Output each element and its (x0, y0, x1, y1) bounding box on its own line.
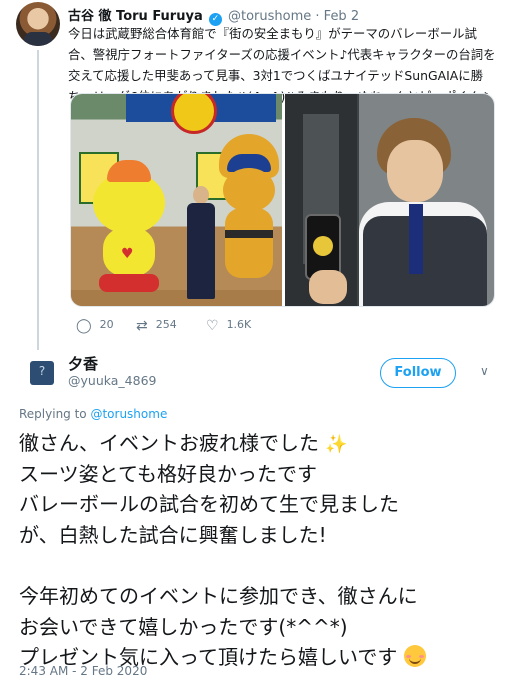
retweet-action[interactable]: ⇄ 254 (136, 318, 177, 334)
reply-line: が、白熱した試合に興奮しました! (19, 522, 327, 547)
reply-action[interactable]: ◯ 20 (76, 318, 114, 334)
thread-line (37, 50, 39, 350)
author-name[interactable]: 古谷 徹 Toru Furuya (68, 9, 203, 24)
replying-to: Replying to @torushome (19, 407, 167, 421)
replying-prefix: Replying to (19, 407, 91, 421)
tweet-media[interactable]: ♥ (70, 93, 495, 307)
replying-to-link[interactable]: @torushome (90, 407, 167, 421)
reply-count: 20 (99, 318, 114, 331)
like-count: 1.6K (226, 318, 252, 331)
reply-author-handle[interactable]: @yuuka_4869 (68, 373, 156, 388)
chevron-down-icon[interactable]: ∨ (480, 364, 489, 378)
reply-line: スーツ姿とても格好良かったです (19, 461, 317, 486)
smiling-face-icon (403, 645, 426, 668)
author-avatar[interactable] (16, 2, 60, 46)
reply-line: 徹さん、イベントお疲れ様でした (19, 431, 319, 455)
like-action[interactable]: ♡ 1.6K (206, 318, 251, 334)
follow-button[interactable]: Follow (380, 358, 456, 388)
sparkles-icon: ✨ (325, 434, 348, 455)
media-photo-portrait[interactable] (285, 94, 494, 306)
reply-text: 徹さん、イベントお疲れ様でした ✨ スーツ姿とても格好良かったです バレーボール… (19, 428, 504, 673)
reply-line: バレーボールの試合を初めて生で見ました (19, 492, 399, 517)
reply-author-header: 夕香 @yuuka_4869 Follow ∨ (0, 352, 515, 396)
retweet-icon[interactable]: ⇄ (136, 318, 148, 334)
reply-line: 今年初めてのイベントに参加でき、徹さんに (19, 583, 418, 608)
heart-icon[interactable]: ♡ (206, 318, 219, 334)
reply-author-avatar[interactable] (30, 361, 54, 385)
retweet-count: 254 (155, 318, 177, 331)
media-photo-mascots[interactable]: ♥ (71, 94, 282, 306)
reply-timestamp[interactable]: 2:43 AM - 2 Feb 2020 (19, 664, 147, 678)
reply-blank-line (19, 550, 504, 581)
reply-author-name[interactable]: 夕香 (68, 353, 98, 374)
reply-icon[interactable]: ◯ (76, 318, 92, 334)
quoted-tweet[interactable]: 古谷 徹 Toru Furuya ✓ @torushome · Feb 2 今日… (0, 0, 515, 350)
tweet-date[interactable]: · Feb 2 (315, 9, 359, 24)
reply-line: お会いできて嬉しかったです(*^^*) (19, 614, 348, 639)
author-handle[interactable]: @torushome (228, 9, 311, 24)
